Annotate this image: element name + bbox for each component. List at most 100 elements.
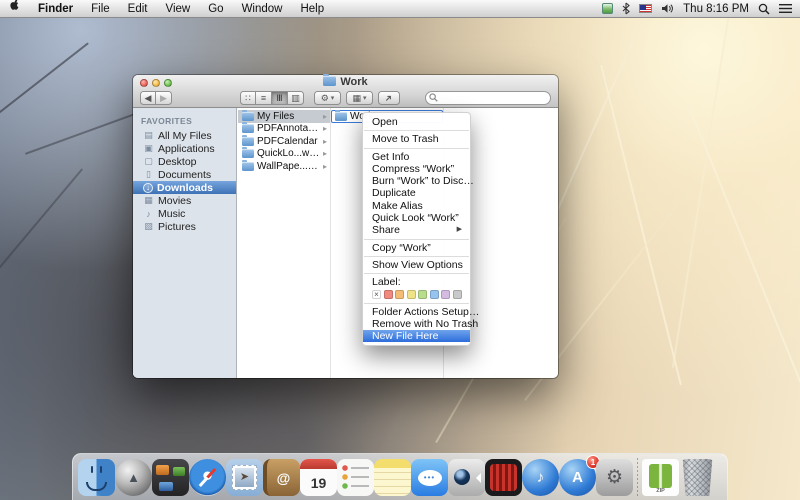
spotlight-icon[interactable] <box>758 3 770 15</box>
folder-icon <box>242 124 254 133</box>
menu-item-make-alias[interactable]: Make Alias <box>363 200 470 212</box>
label-green-swatch[interactable] <box>418 290 427 299</box>
dropdown-arrow-icon: ▾ <box>331 94 335 102</box>
menu-separator <box>364 239 469 240</box>
chevron-right-icon: ▸ <box>323 112 327 121</box>
sidebar-item-desktop[interactable]: ▢Desktop <box>133 155 236 168</box>
sidebar-item-all-my-files[interactable]: ▤All My Files <box>133 129 236 142</box>
menu-item-share[interactable]: Share▶ <box>363 224 470 236</box>
menu-item-compress[interactable]: Compress “Work” <box>363 163 470 175</box>
dock-facetime-icon[interactable] <box>448 459 485 496</box>
label-yellow-swatch[interactable] <box>407 290 416 299</box>
file-row-pdfcalendar[interactable]: PDFCalendar▸ <box>238 135 330 148</box>
menu-item-open[interactable]: Open <box>363 116 470 128</box>
dock-safari-icon[interactable] <box>189 459 226 496</box>
dock-trash-icon[interactable] <box>679 459 716 496</box>
back-button[interactable]: ◀ <box>140 91 156 105</box>
dock-messages-icon[interactable]: ••• <box>411 459 448 496</box>
folder-icon <box>335 112 347 121</box>
action-menu-button[interactable]: ⚙▾ <box>314 91 341 105</box>
label-red-swatch[interactable] <box>384 290 393 299</box>
dock: ▲ ➤ @ 19 ••• ♪ A 1 ⚙ ZIP <box>72 453 728 500</box>
menu-label-heading: Label: <box>363 276 470 288</box>
menu-item-move-to-trash[interactable]: Move to Trash <box>363 133 470 145</box>
dock-mission-control-icon[interactable] <box>152 459 189 496</box>
sidebar-item-movies[interactable]: ▦Movies <box>133 194 236 207</box>
menu-item-copy[interactable]: Copy “Work” <box>363 242 470 254</box>
search-input[interactable] <box>425 91 551 105</box>
apple-menu[interactable] <box>0 0 29 18</box>
menu-bar-clock[interactable]: Thu 8:16 PM <box>683 3 749 15</box>
movies-icon: ▦ <box>143 195 154 206</box>
pictures-icon: ▧ <box>143 221 154 232</box>
menu-item-get-info[interactable]: Get Info <box>363 151 470 163</box>
sidebar-item-applications[interactable]: ▣Applications <box>133 142 236 155</box>
window-title-bar[interactable]: Work ◀ ▶ ∷ ≡ Ⅲ ▥ ⚙▾ ▦▾ ➔ <box>133 75 558 108</box>
mc-window <box>159 482 173 491</box>
list-view-button[interactable]: ≡ <box>256 91 272 105</box>
label-purple-swatch[interactable] <box>441 290 450 299</box>
menu-item-burn[interactable]: Burn “Work” to Disc… <box>363 175 470 187</box>
label-gray-swatch[interactable] <box>453 290 462 299</box>
menu-item-duplicate[interactable]: Duplicate <box>363 187 470 199</box>
sidebar-item-documents[interactable]: ▯Documents <box>133 168 236 181</box>
sidebar-item-music[interactable]: ♪Music <box>133 207 236 220</box>
dock-reminders-icon[interactable] <box>337 459 374 496</box>
share-button[interactable]: ➔ <box>378 91 400 105</box>
forward-button[interactable]: ▶ <box>156 91 172 105</box>
menu-go[interactable]: Go <box>199 0 232 18</box>
dock-calendar-icon[interactable]: 19 <box>300 459 337 496</box>
desktop-icon: ▢ <box>143 156 154 167</box>
applications-icon: ▣ <box>143 143 154 154</box>
menu-item-remove-with-no-trash[interactable]: Remove with No Trash <box>363 318 470 330</box>
icon-view-button[interactable]: ∷ <box>240 91 256 105</box>
menu-item-new-file-here[interactable]: New File Here <box>363 330 470 342</box>
label-none-swatch[interactable]: × <box>372 290 381 299</box>
column-view-button[interactable]: Ⅲ <box>272 91 288 105</box>
dock-photo-booth-icon[interactable] <box>485 459 522 496</box>
menu-finder[interactable]: Finder <box>29 0 82 18</box>
downloads-icon: ↓ <box>143 183 153 193</box>
dock-app-store-icon[interactable]: A 1 <box>559 459 596 496</box>
all-my-files-icon: ▤ <box>143 130 154 141</box>
dock-notes-icon[interactable] <box>374 459 411 496</box>
facetime-lens <box>454 469 470 485</box>
desktop: Finder File Edit View Go Window Help Thu… <box>0 0 800 500</box>
sidebar-item-downloads[interactable]: ↓Downloads <box>133 181 236 194</box>
app-status-icon[interactable] <box>602 3 613 14</box>
menu-item-folder-actions-setup[interactable]: Folder Actions Setup… <box>363 306 470 318</box>
arrange-menu-button[interactable]: ▦▾ <box>346 91 373 105</box>
dock-launchpad-icon[interactable]: ▲ <box>115 459 152 496</box>
menu-file[interactable]: File <box>82 0 119 18</box>
bluetooth-icon[interactable] <box>622 2 630 15</box>
zip-label: ZIP <box>656 488 665 494</box>
coverflow-view-button[interactable]: ▥ <box>288 91 304 105</box>
dock-zip-file-icon[interactable]: ZIP <box>642 459 679 496</box>
sidebar-item-pictures[interactable]: ▧Pictures <box>133 220 236 233</box>
input-source-flag-icon[interactable] <box>639 4 652 13</box>
label-orange-swatch[interactable] <box>395 290 404 299</box>
menu-edit[interactable]: Edit <box>119 0 157 18</box>
toolbar: ◀ ▶ ∷ ≡ Ⅲ ▥ ⚙▾ ▦▾ ➔ <box>133 89 558 108</box>
dock-itunes-icon[interactable]: ♪ <box>522 459 559 496</box>
menu-help[interactable]: Help <box>291 0 333 18</box>
label-blue-swatch[interactable] <box>430 290 439 299</box>
menu-view[interactable]: View <box>157 0 200 18</box>
volume-icon[interactable] <box>661 3 674 14</box>
dock-system-preferences-icon[interactable]: ⚙ <box>596 459 633 496</box>
file-row-quicklook-downloader[interactable]: QuickLo...wnloader▸ <box>238 148 330 161</box>
dock-contacts-icon[interactable]: @ <box>263 459 300 496</box>
file-row-wallpaper[interactable]: WallPape...0x1440▸ <box>238 160 330 173</box>
dropdown-arrow-icon: ▾ <box>363 94 367 102</box>
notification-center-icon[interactable] <box>779 3 792 14</box>
file-row-pdfannotationeditor[interactable]: PDFAnnotationEditor▸ <box>238 123 330 136</box>
gear-icon: ⚙ <box>321 93 329 104</box>
menu-item-quick-look[interactable]: Quick Look “Work” <box>363 212 470 224</box>
menu-item-show-view-options[interactable]: Show View Options <box>363 259 470 271</box>
dock-mail-icon[interactable]: ➤ <box>226 459 263 496</box>
file-row-my-files[interactable]: My Files▸ <box>238 110 330 123</box>
dock-finder-icon[interactable] <box>78 459 115 496</box>
photo-booth-curtain <box>490 464 517 491</box>
finder-eye <box>91 466 93 473</box>
menu-window[interactable]: Window <box>233 0 292 18</box>
